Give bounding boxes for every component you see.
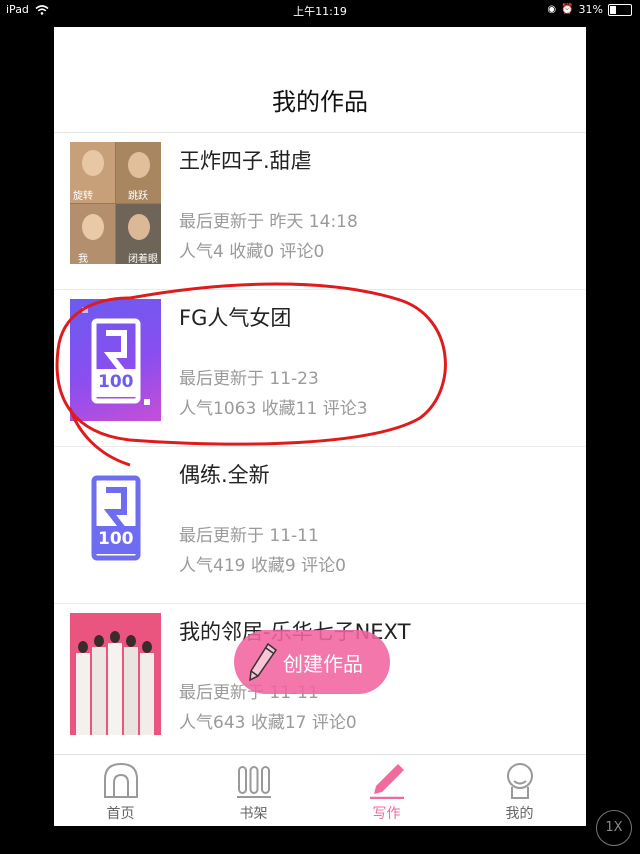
annotation-circle <box>55 282 447 467</box>
zoom-button[interactable]: 1X <box>596 810 632 846</box>
